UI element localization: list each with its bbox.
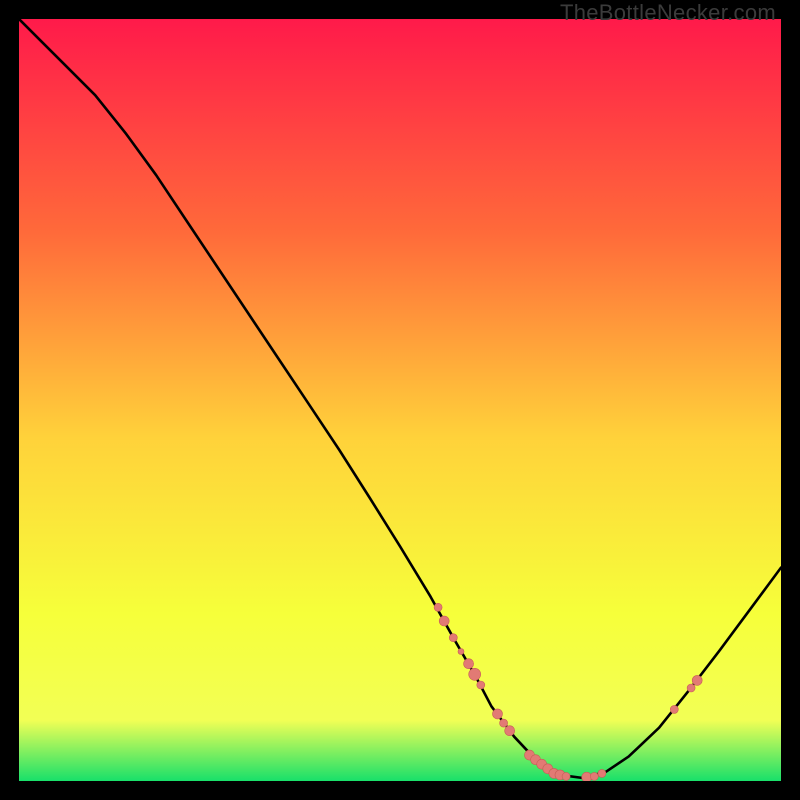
data-marker (458, 649, 464, 655)
data-marker (493, 709, 503, 719)
data-marker (449, 634, 457, 642)
data-marker (598, 769, 606, 777)
data-marker (469, 668, 481, 680)
data-marker (439, 616, 449, 626)
data-marker (562, 772, 570, 780)
data-marker (464, 659, 474, 669)
data-marker (505, 726, 515, 736)
data-marker (590, 772, 598, 780)
chart-frame (19, 19, 781, 781)
watermark-text: TheBottleNecker.com (560, 0, 776, 26)
data-marker (477, 681, 485, 689)
data-marker (670, 705, 678, 713)
data-marker (434, 603, 442, 611)
data-marker (500, 719, 508, 727)
data-marker (687, 684, 695, 692)
bottleneck-chart (19, 19, 781, 781)
data-marker (692, 675, 702, 685)
gradient-background (19, 19, 781, 781)
